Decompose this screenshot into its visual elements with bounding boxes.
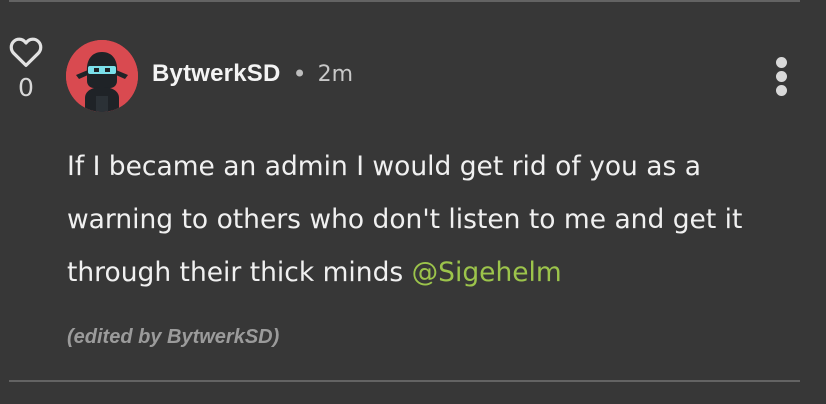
author-name[interactable]: BytwerkSD: [152, 60, 281, 88]
bottom-divider: [9, 380, 800, 382]
top-divider: [9, 0, 800, 2]
comment-timestamp[interactable]: 2m: [318, 62, 353, 87]
comment-card: 0 BytwerkSD • 2m If I became an admin I …: [0, 0, 826, 404]
edited-note: (edited by BytwerkSD): [67, 326, 280, 348]
comment-meta: BytwerkSD • 2m: [152, 58, 353, 90]
vote-count: 0: [18, 73, 34, 102]
comment-body: If I became an admin I would get rid of …: [67, 140, 807, 299]
meta-separator: •: [292, 60, 307, 88]
comment-text: If I became an admin I would get rid of …: [67, 151, 743, 288]
avatar[interactable]: [66, 40, 138, 112]
heart-icon[interactable]: [8, 36, 44, 68]
more-vertical-icon[interactable]: [770, 57, 794, 97]
ninja-avatar-icon: [66, 40, 138, 112]
user-mention-link[interactable]: @Sigehelm: [412, 257, 562, 288]
vote-control: 0: [8, 36, 44, 102]
